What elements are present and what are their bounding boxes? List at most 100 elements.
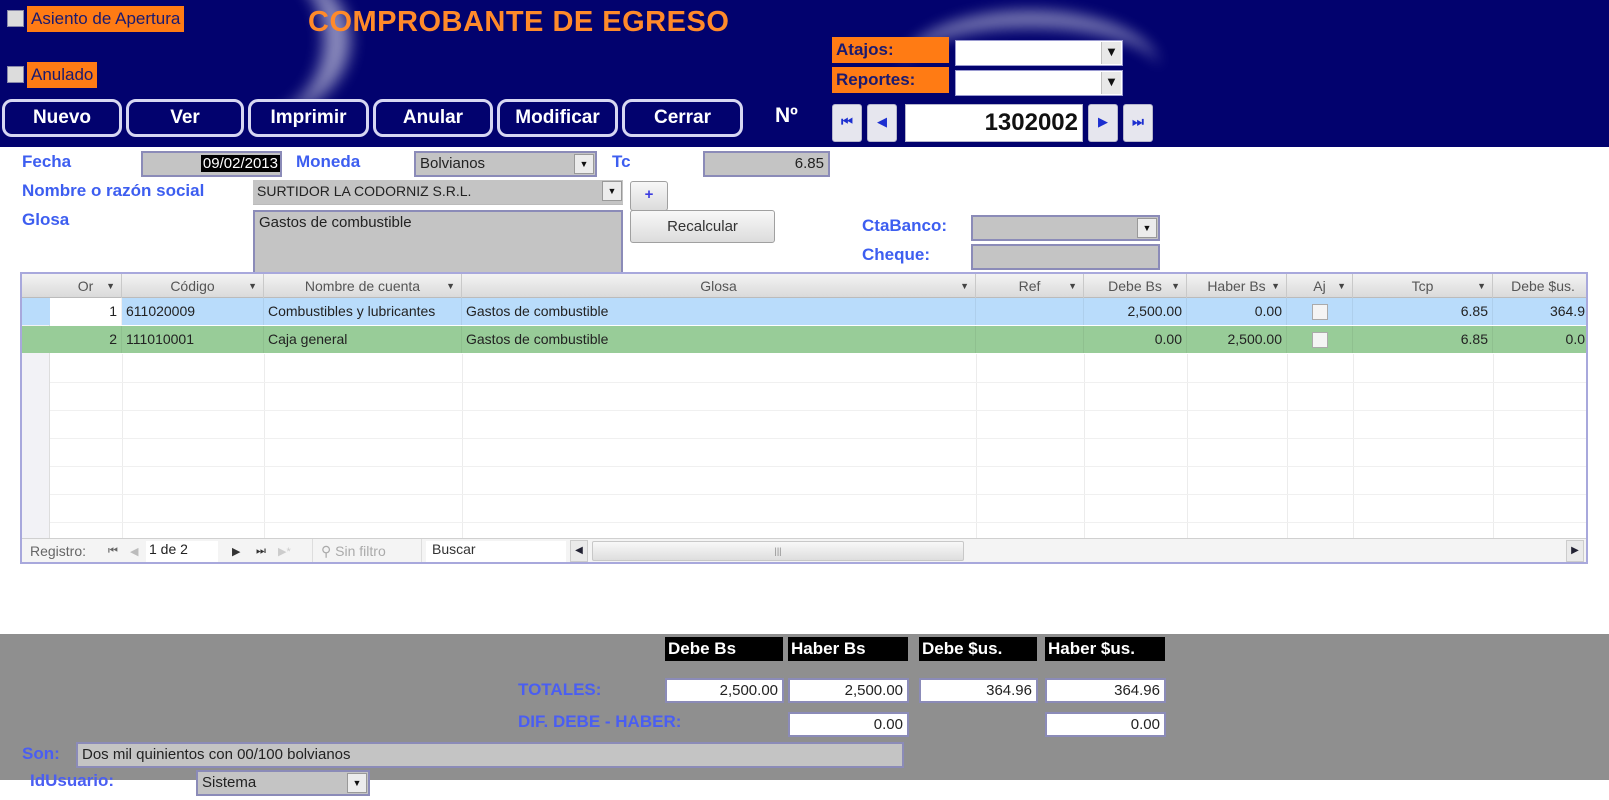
cell-haber-bs[interactable]: 2,500.00 [1187,326,1287,353]
ver-button[interactable]: Ver [126,99,244,137]
horizontal-scrollbar-thumb[interactable]: ||| [592,541,964,561]
total-haber-bs: 2,500.00 [788,678,909,703]
column-label: Código [170,278,215,294]
chevron-down-icon[interactable]: ▼ [602,181,622,201]
scroll-right-icon[interactable]: ▶ [1566,540,1584,562]
cell-or[interactable]: 1 [50,298,122,325]
cell-aj[interactable] [1287,298,1353,325]
cell-ref[interactable] [976,326,1084,353]
cell-debe-sus[interactable]: 364.9 [1493,298,1586,325]
cell-glosa[interactable]: Gastos de combustible [462,298,976,325]
anular-button[interactable]: Anular [373,99,493,137]
scroll-left-icon[interactable]: ◀ [570,540,588,562]
search-input[interactable]: Buscar [426,541,566,562]
column-label: Ref [1018,278,1041,294]
column-header-nombre[interactable]: Nombre de cuenta ▼ [264,274,462,298]
cell-tcp[interactable]: 6.85 [1353,298,1493,325]
atajos-dropdown[interactable]: ▼ [955,40,1123,66]
chevron-down-icon[interactable]: ▼ [1137,218,1157,238]
son-field[interactable]: Dos mil quinientos con 00/100 bolvianos [76,742,904,768]
ctabanco-dropdown[interactable]: ▼ [971,215,1160,241]
cell-debe-bs[interactable]: 0.00 [1084,326,1187,353]
first-record-button[interactable]: ⏮ [832,104,862,142]
column-header-debe-bs[interactable]: Debe Bs ▼ [1084,274,1187,298]
cell-or[interactable]: 2 [50,326,122,353]
column-header-codigo[interactable]: Código ▼ [122,274,264,298]
totals-header-debe-sus: Debe $us. [919,637,1037,661]
usuario-dropdown[interactable]: Sistema ▼ [196,770,370,796]
cell-codigo[interactable]: 611020009 [122,298,264,325]
sort-icon[interactable]: ▼ [446,274,455,298]
anulado-checkbox[interactable] [7,66,24,83]
column-header-ref[interactable]: Ref ▼ [976,274,1084,298]
column-header-haber-bs[interactable]: Haber Bs ▼ [1187,274,1287,298]
last-record-icon[interactable]: ⏭ [256,545,266,558]
ctabanco-label: CtaBanco: [862,216,948,235]
diff-sus: 0.00 [1045,712,1166,737]
table-row[interactable]: 1 611020009 Combustibles y lubricantes G… [22,298,1586,325]
nuevo-button[interactable]: Nuevo [2,99,122,137]
add-nombre-button[interactable]: + [630,181,668,211]
cell-nombre[interactable]: Combustibles y lubricantes [264,298,462,325]
fecha-field[interactable]: 09/02/2013 [141,151,282,177]
cell-ref[interactable] [976,298,1084,325]
chevron-down-icon[interactable]: ▼ [347,773,367,793]
record-number-field[interactable]: 1302002 [905,104,1083,142]
first-record-icon[interactable]: ⏮ [108,545,118,558]
glosa-label: Glosa [22,210,70,229]
chevron-down-icon[interactable]: ▼ [1101,42,1121,64]
column-header-tcp[interactable]: Tcp ▼ [1353,274,1493,298]
prev-record-button[interactable]: ◀ [867,104,897,142]
cell-tcp[interactable]: 6.85 [1353,326,1493,353]
cell-codigo[interactable]: 111010001 [122,326,264,353]
column-label: Nombre de cuenta [304,278,421,294]
next-record-button[interactable]: ▶ [1088,104,1118,142]
record-position-field[interactable]: 1 de 2 [146,541,218,562]
aj-checkbox[interactable] [1311,304,1328,321]
moneda-dropdown[interactable]: Bolvianos ▼ [414,151,597,177]
nombre-dropdown[interactable]: SURTIDOR LA CODORNIZ S.R.L. ▼ [253,180,623,205]
aj-checkbox[interactable] [1311,332,1328,349]
table-row[interactable]: 2 111010001 Caja general Gastos de combu… [22,326,1586,353]
recalcular-button[interactable]: Recalcular [630,210,775,243]
column-label: Aj [1313,278,1326,294]
column-header-debe-sus[interactable]: Debe $us. [1493,274,1586,298]
prev-record-icon[interactable]: ◀ [130,545,138,558]
imprimir-button[interactable]: Imprimir [248,99,369,137]
totals-header-haber-bs: Haber Bs [788,637,908,661]
cell-debe-sus[interactable]: 0.0 [1493,326,1586,353]
glosa-textarea[interactable]: Gastos de combustible [253,210,623,278]
tc-field[interactable]: 6.85 [703,151,830,177]
son-label: Son: [22,744,60,763]
cheque-field[interactable] [971,244,1160,270]
modificar-button[interactable]: Modificar [497,99,618,137]
chevron-down-icon[interactable]: ▼ [1101,72,1121,94]
cell-glosa[interactable]: Gastos de combustible [462,326,976,353]
sort-icon[interactable]: ▼ [960,274,969,298]
sort-icon[interactable]: ▼ [1068,274,1077,298]
last-record-button[interactable]: ⏭ [1123,104,1153,142]
sort-icon[interactable]: ▼ [1171,274,1180,298]
column-label: Debe Bs [1108,278,1162,294]
sort-icon[interactable]: ▼ [106,274,115,298]
new-record-icon[interactable]: ▶* [278,545,291,558]
sort-icon[interactable]: ▼ [248,274,257,298]
filter-toggle[interactable]: ⚲ Sin filtro [312,539,422,562]
cell-nombre[interactable]: Caja general [264,326,462,353]
cell-aj[interactable] [1287,326,1353,353]
sort-icon[interactable]: ▼ [1477,274,1486,298]
totals-header-debe-bs: Debe Bs [665,637,783,661]
column-header-aj[interactable]: Aj ▼ [1287,274,1353,298]
sort-icon[interactable]: ▼ [1337,274,1346,298]
cerrar-button[interactable]: Cerrar [622,99,743,137]
cell-haber-bs[interactable]: 0.00 [1187,298,1287,325]
asiento-apertura-checkbox[interactable] [7,10,24,27]
reportes-dropdown[interactable]: ▼ [955,70,1123,96]
sort-icon[interactable]: ▼ [1271,274,1280,298]
chevron-down-icon[interactable]: ▼ [574,154,594,174]
column-header-or[interactable]: Or ▼ [50,274,122,298]
grid-line [50,522,1586,523]
next-record-icon[interactable]: ▶ [232,545,240,558]
column-header-glosa[interactable]: Glosa ▼ [462,274,976,298]
cell-debe-bs[interactable]: 2,500.00 [1084,298,1187,325]
